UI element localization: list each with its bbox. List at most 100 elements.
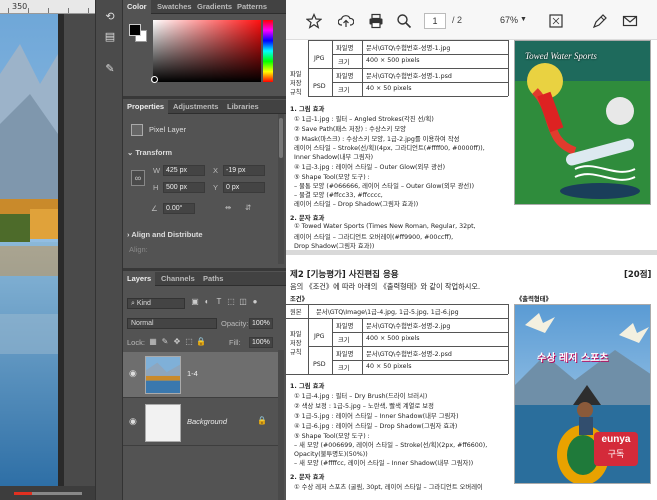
question-heading: 제2 [기능평가] 사진편집 응용 xyxy=(290,270,399,280)
tab-properties[interactable]: Properties xyxy=(123,100,169,114)
ruler-mark: 350 xyxy=(12,2,28,11)
visibility-eye-icon[interactable]: ◉ xyxy=(129,416,141,426)
search-icon[interactable] xyxy=(396,13,412,29)
canvas-scrollbar[interactable] xyxy=(0,486,95,500)
lock-artboard-icon[interactable]: ⬚ xyxy=(183,337,195,346)
table-cell: 40 × 50 pixels xyxy=(366,85,412,92)
height-field[interactable]: 500 px xyxy=(163,182,205,193)
tab-layers[interactable]: Layers xyxy=(123,272,156,286)
brush-settings-icon[interactable]: ✎ xyxy=(102,62,118,76)
layer-row[interactable]: ◉ 1-4 xyxy=(123,352,278,398)
output-label: 《출력형태》 xyxy=(516,296,552,303)
opacity-label: Opacity: xyxy=(221,319,249,328)
filter-shape-icon[interactable]: ⬚ xyxy=(225,297,237,306)
table-cell: 원본 xyxy=(290,309,302,316)
tab-adjustments[interactable]: Adjustments xyxy=(169,100,222,114)
table-cell: 파일명 xyxy=(336,351,354,358)
watermark-line: eunya xyxy=(601,434,631,445)
table-cell: 400 × 500 pixels xyxy=(366,335,420,342)
layer-filter-select[interactable]: ⌕ Kind xyxy=(127,298,185,309)
layer-name[interactable]: 1-4 xyxy=(187,369,198,378)
angle-field[interactable]: 0.00° xyxy=(163,203,195,214)
instruction-line: Opacity(불투명도)(50%)) xyxy=(294,451,368,458)
color-picker-field[interactable] xyxy=(151,20,261,83)
color-panel-tabs: Color Swatches Gradients Patterns xyxy=(123,0,286,14)
visibility-eye-icon[interactable]: ◉ xyxy=(129,368,141,378)
blend-mode-select[interactable]: Normal xyxy=(127,318,217,329)
page-number-input[interactable]: 1 xyxy=(424,13,446,29)
comment-icon[interactable]: ▤ xyxy=(102,30,118,44)
tab-color[interactable]: Color xyxy=(123,0,151,14)
transform-section-header[interactable]: ⌄ Transform xyxy=(127,148,172,157)
foreground-color-swatch[interactable] xyxy=(129,24,141,36)
properties-scrollbar[interactable] xyxy=(278,114,284,264)
layer-filter-icons: ▣ ◐ T ⬚ ◫ ● xyxy=(189,297,261,309)
layer-row[interactable]: ◉ Background 🔒 xyxy=(123,400,278,446)
table-cell: 40 × 50 pixels xyxy=(366,363,412,370)
photoshop-canvas[interactable]: 350 xyxy=(0,0,95,500)
zoom-select[interactable]: 67% xyxy=(500,15,518,25)
flip-vertical-icon[interactable]: ⇵ xyxy=(245,203,251,212)
canvas-pasteboard xyxy=(64,14,95,486)
opacity-field[interactable]: 100% xyxy=(249,318,273,329)
chevron-down-icon[interactable]: ▼ xyxy=(520,16,527,23)
email-icon[interactable] xyxy=(622,13,638,29)
lock-label: Lock: xyxy=(127,338,145,347)
table-cell: 크기 xyxy=(338,365,350,372)
table-cell: 문서\GTQ\수험번호-성명-1.jpg xyxy=(366,45,451,52)
pdf-viewer: 1 / 2 67% ▼ 파일 저장 규칙 JPG 파일명 문서\GTQ\수험번호… xyxy=(286,0,657,500)
filter-smart-icon[interactable]: ◫ xyxy=(237,297,249,306)
align-section-header[interactable]: › Align and Distribute xyxy=(127,230,203,239)
photoshop-panels: Color Swatches Gradients Patterns Proper… xyxy=(123,0,286,500)
tab-swatches[interactable]: Swatches xyxy=(153,0,196,14)
lock-all-icon[interactable]: 🔒 xyxy=(195,337,207,346)
watermark-line: 구독 xyxy=(607,449,625,459)
tab-gradients[interactable]: Gradients xyxy=(193,0,236,14)
filter-pixel-icon[interactable]: ▣ xyxy=(189,297,201,306)
lock-move-icon[interactable]: ✥ xyxy=(171,337,183,346)
table-cell: 크기 xyxy=(338,87,350,94)
y-field[interactable]: 0 px xyxy=(223,182,265,193)
section-heading: 1. 그림 효과 xyxy=(290,106,325,113)
color-swatches xyxy=(129,24,151,46)
flip-horizontal-icon[interactable]: ⇹ xyxy=(225,203,231,212)
lock-icon: 🔒 xyxy=(257,416,267,425)
table-cell: PSD xyxy=(313,361,326,368)
width-label: W xyxy=(153,166,161,175)
channel-watermark[interactable]: eunya 구독 xyxy=(594,432,638,466)
hue-slider[interactable] xyxy=(263,20,273,82)
lock-paint-icon[interactable]: ✎ xyxy=(159,337,171,346)
table-cell: 문서\GTQ\Image\1급-4.jpg, 1급-5.jpg, 1급-6.jp… xyxy=(316,309,459,316)
x-label: X xyxy=(213,166,219,175)
pdf-page: 파일 저장 규칙 JPG 파일명 문서\GTQ\수험번호-성명-1.jpg 크기… xyxy=(286,40,657,500)
canvas-lake-image xyxy=(0,14,58,486)
color-picker-ring[interactable] xyxy=(151,76,158,83)
link-dimensions-icon[interactable]: ∞ xyxy=(131,170,145,186)
x-field[interactable]: -19 px xyxy=(223,165,265,176)
history-icon[interactable]: ⟲ xyxy=(102,10,118,24)
fill-field[interactable]: 100% xyxy=(249,337,273,348)
fit-page-icon[interactable] xyxy=(548,13,564,29)
print-icon[interactable] xyxy=(368,13,384,29)
layers-scrollbar[interactable] xyxy=(278,350,284,500)
filter-toggle-icon[interactable]: ● xyxy=(249,297,261,306)
tab-paths[interactable]: Paths xyxy=(199,272,227,286)
lock-transparent-icon[interactable]: ▦ xyxy=(147,337,159,346)
width-field[interactable]: 425 px xyxy=(163,165,205,176)
star-icon[interactable] xyxy=(305,13,323,29)
sign-pen-icon[interactable] xyxy=(592,13,608,29)
instruction-line: ④ 1급-6.jpg : 레이어 스타일 – Drop Shadow(그림자 효… xyxy=(294,423,458,430)
filter-adjust-icon[interactable]: ◐ xyxy=(201,297,213,306)
table-cell: 크기 xyxy=(338,337,350,344)
upload-cloud-icon[interactable] xyxy=(337,13,355,29)
layer-name[interactable]: Background xyxy=(187,417,227,426)
filter-type-icon[interactable]: T xyxy=(213,297,225,306)
table-cell: 파일명 xyxy=(336,45,354,52)
instruction-line: – 물통 모양 (#066666, 레이어 스타일 – Outer Glow(외… xyxy=(294,183,475,190)
instruction-line: 레이어 스타일 – Drop Shadow(그림자 효과)) xyxy=(294,201,419,208)
table-cell: JPG xyxy=(314,55,325,62)
instruction-line: ③ Mask(마스크) : 수상스키 모양, 1급-2.jpg를 이용하여 작성 xyxy=(294,136,460,143)
tab-patterns[interactable]: Patterns xyxy=(233,0,271,14)
tab-libraries[interactable]: Libraries xyxy=(223,100,263,114)
tab-channels[interactable]: Channels xyxy=(157,272,199,286)
